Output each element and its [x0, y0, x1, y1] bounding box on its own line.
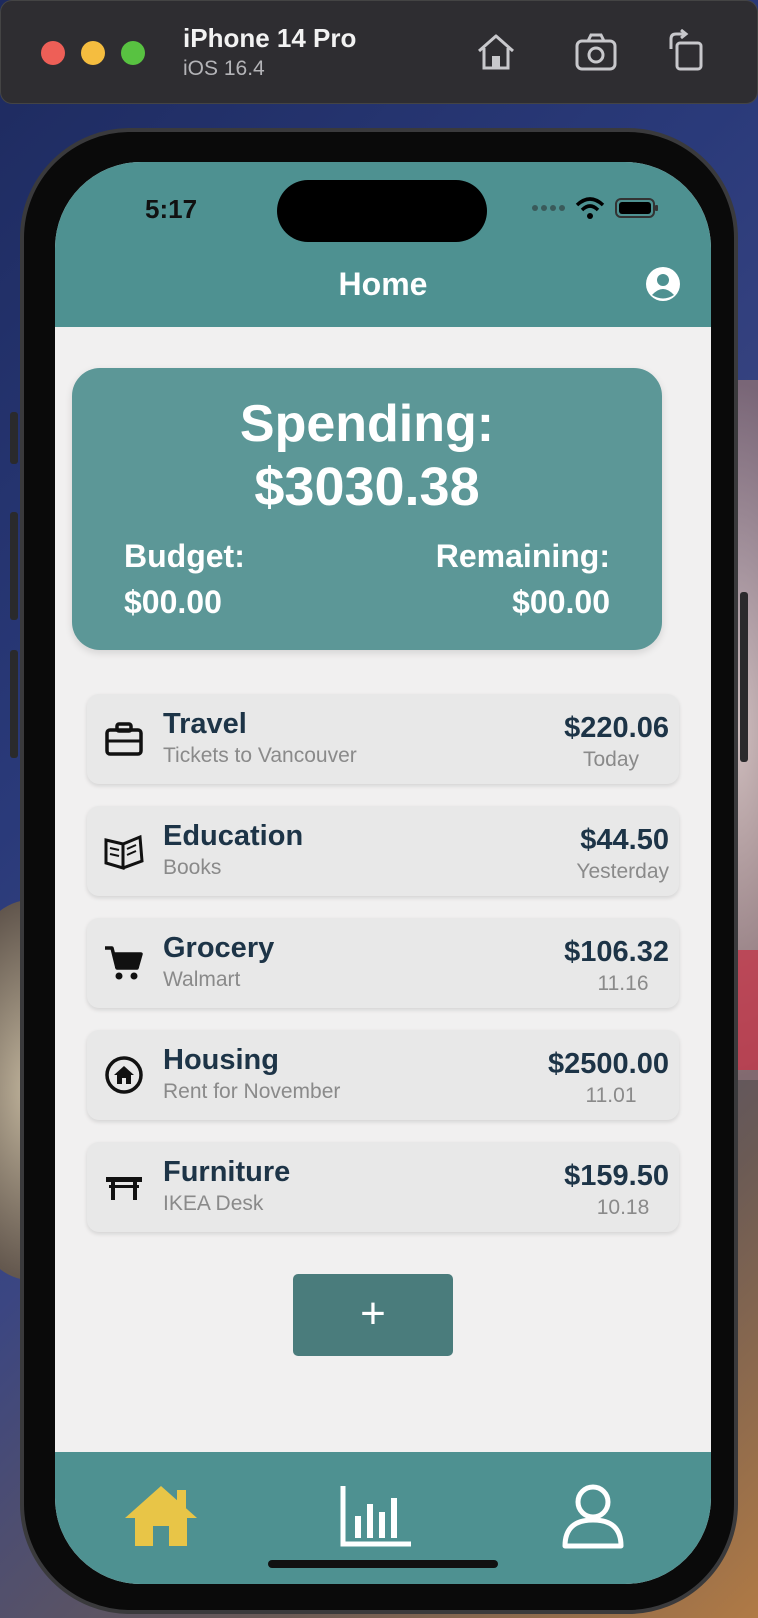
wifi-icon — [575, 197, 605, 219]
transaction-description: Books — [163, 856, 222, 879]
simulator-title-bar: iPhone 14 Pro iOS 16.4 — [0, 0, 758, 104]
table-icon — [103, 1166, 145, 1208]
transaction-amount: $2500.00 — [548, 1048, 669, 1080]
transaction-category: Grocery — [163, 932, 275, 964]
cart-icon — [103, 942, 145, 984]
briefcase-icon — [103, 718, 145, 760]
tab-home[interactable] — [121, 1482, 201, 1550]
volume-up-button — [10, 512, 18, 620]
home-icon[interactable] — [473, 29, 519, 75]
app-screen: 5:17 Home Spending: $3030.38 Budget: $00… — [55, 162, 711, 1584]
bar-chart-icon — [340, 1486, 411, 1547]
battery-icon — [615, 198, 658, 218]
transaction-description: IKEA Desk — [163, 1192, 264, 1215]
minimize-window-button[interactable] — [81, 41, 105, 65]
remaining-value: $00.00 — [512, 584, 610, 620]
transaction-row[interactable]: Grocery Walmart $106.32 11.16 — [87, 918, 679, 1008]
page-title: Home — [338, 266, 428, 302]
spending-label: Spending: — [239, 395, 495, 453]
spending-summary-card: Spending: $3030.38 Budget: $00.00 Remain… — [72, 368, 662, 650]
power-button — [740, 592, 748, 762]
transaction-amount: $159.50 — [564, 1160, 669, 1192]
volume-down-button — [10, 650, 18, 758]
transaction-date: 11.16 — [597, 972, 649, 995]
transaction-description: Tickets to Vancouver — [163, 744, 357, 767]
signal-icon — [532, 205, 565, 211]
transaction-category: Education — [163, 820, 304, 852]
transaction-category: Housing — [163, 1044, 279, 1076]
simulator-device-name: iPhone 14 Pro — [183, 23, 357, 53]
book-icon — [103, 830, 145, 872]
tab-profile[interactable] — [553, 1482, 633, 1550]
person-icon — [562, 1484, 624, 1549]
status-time: 5:17 — [145, 194, 198, 224]
zoom-window-button[interactable] — [121, 41, 145, 65]
transaction-date: Yesterday — [576, 860, 669, 883]
close-window-button[interactable] — [41, 41, 65, 65]
transaction-row[interactable]: Housing Rent for November $2500.00 11.01 — [87, 1030, 679, 1120]
iphone-frame: 5:17 Home Spending: $3030.38 Budget: $00… — [10, 128, 748, 1614]
tab-statistics[interactable] — [337, 1482, 417, 1550]
transaction-description: Walmart — [163, 968, 241, 991]
transaction-date: 10.18 — [596, 1196, 650, 1219]
home-icon — [125, 1486, 197, 1546]
add-transaction-button[interactable]: + — [293, 1274, 453, 1356]
transaction-amount: $106.32 — [564, 936, 669, 968]
profile-icon[interactable] — [645, 266, 681, 302]
budget-label: Budget: — [124, 538, 245, 574]
transaction-row[interactable]: Travel Tickets to Vancouver $220.06 Toda… — [87, 694, 679, 784]
transaction-amount: $44.50 — [580, 824, 669, 856]
navigation-header: 5:17 Home — [55, 162, 711, 327]
house-circle-icon — [103, 1054, 145, 1096]
dynamic-island — [277, 180, 487, 242]
remaining-label: Remaining: — [435, 538, 610, 574]
status-icons — [531, 196, 659, 220]
home-indicator[interactable] — [268, 1560, 498, 1568]
rotate-icon[interactable] — [663, 28, 709, 75]
transaction-category: Travel — [163, 708, 247, 740]
screenshot-icon[interactable] — [573, 29, 619, 75]
transaction-row[interactable]: Furniture IKEA Desk $159.50 10.18 — [87, 1142, 679, 1232]
transaction-date: 11.01 — [585, 1084, 637, 1107]
transaction-date: Today — [582, 748, 640, 771]
budget-value: $00.00 — [124, 584, 222, 620]
transaction-row[interactable]: Education Books $44.50 Yesterday — [87, 806, 679, 896]
transaction-category: Furniture — [163, 1156, 291, 1188]
transaction-description: Rent for November — [163, 1080, 341, 1103]
mute-switch — [10, 412, 18, 464]
spending-total: $3030.38 — [254, 457, 480, 517]
simulator-os-version: iOS 16.4 — [183, 57, 265, 80]
transaction-amount: $220.06 — [564, 712, 669, 744]
